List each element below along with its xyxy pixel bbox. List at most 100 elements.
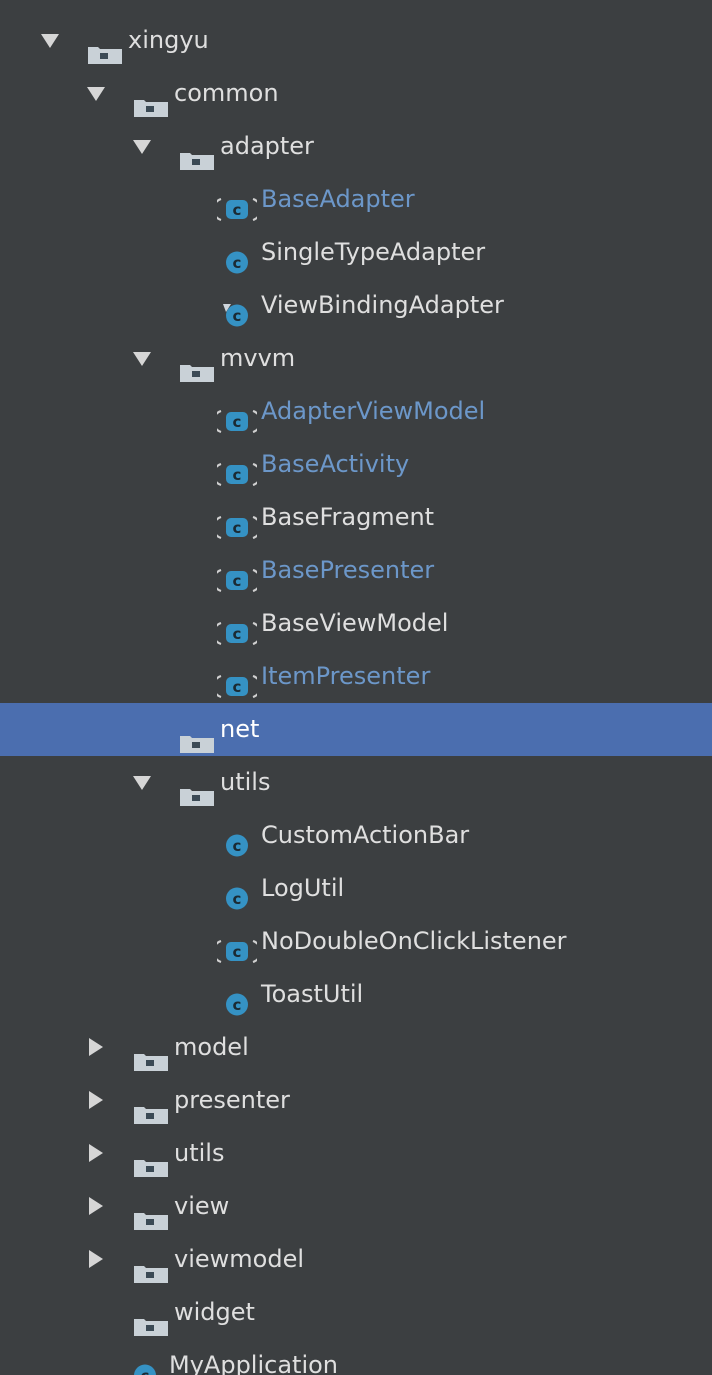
tree-item-base-fragment[interactable]: c BaseFragment bbox=[0, 491, 712, 544]
abstract-class-icon: c bbox=[212, 400, 262, 434]
tree-item-label: NoDoubleOnClickListener bbox=[261, 927, 567, 955]
tree-item-my-application[interactable]: c MyApplication bbox=[0, 1339, 712, 1375]
tree-item-label: adapter bbox=[220, 132, 314, 160]
chevron-right-icon[interactable] bbox=[86, 1074, 106, 1127]
folder-icon bbox=[133, 84, 169, 117]
tree-item-label: BasePresenter bbox=[261, 556, 435, 584]
chevron-right-icon[interactable] bbox=[86, 1021, 106, 1074]
folder-icon bbox=[179, 720, 215, 753]
tree-item-model[interactable]: model bbox=[0, 1021, 712, 1074]
tree-item-common[interactable]: common bbox=[0, 67, 712, 120]
tree-item-adapter-view-model[interactable]: c AdapterViewModel bbox=[0, 385, 712, 438]
tree-item-label: BaseViewModel bbox=[261, 609, 449, 637]
tree-item-view-binding-adapter[interactable]: c ViewBindingAdapter bbox=[0, 279, 712, 332]
tree-item-label: BaseAdapter bbox=[261, 185, 415, 213]
abstract-class-icon: c bbox=[212, 930, 262, 964]
chevron-right-icon[interactable] bbox=[86, 1233, 106, 1286]
class-icon: c bbox=[217, 824, 257, 857]
tree-item-base-presenter[interactable]: c BasePresenter bbox=[0, 544, 712, 597]
tree-item-label: LogUtil bbox=[261, 874, 345, 902]
tree-item-presenter[interactable]: presenter bbox=[0, 1074, 712, 1127]
svg-text:c: c bbox=[233, 519, 242, 537]
tree-item-label: CustomActionBar bbox=[261, 821, 470, 849]
tree-item-label: MyApplication bbox=[169, 1351, 339, 1375]
tree-item-label: utils bbox=[220, 768, 271, 796]
tree-item-base-view-model[interactable]: c BaseViewModel bbox=[0, 597, 712, 650]
class-pinned-icon: c bbox=[217, 294, 257, 327]
tree-item-label: BaseFragment bbox=[261, 503, 435, 531]
tree-item-net[interactable]: net bbox=[0, 703, 712, 756]
folder-icon bbox=[133, 1091, 169, 1124]
folder-icon bbox=[179, 137, 215, 170]
tree-item-base-adapter[interactable]: c BaseAdapter bbox=[0, 173, 712, 226]
tree-item-label: view bbox=[174, 1192, 230, 1220]
abstract-class-icon: c bbox=[212, 188, 262, 222]
chevron-right-icon[interactable] bbox=[86, 1127, 106, 1180]
svg-text:c: c bbox=[233, 837, 242, 855]
tree-item-viewmodel[interactable]: viewmodel bbox=[0, 1233, 712, 1286]
tree-item-label: ViewBindingAdapter bbox=[261, 291, 504, 319]
svg-text:c: c bbox=[233, 996, 242, 1014]
chevron-down-icon[interactable] bbox=[40, 14, 60, 67]
abstract-class-icon: c bbox=[212, 665, 262, 699]
tree-item-base-activity[interactable]: c BaseActivity bbox=[0, 438, 712, 491]
tree-item-label: mvvm bbox=[220, 344, 296, 372]
tree-item-label: model bbox=[174, 1033, 249, 1061]
tree-item-xingyu[interactable]: xingyu bbox=[0, 14, 712, 67]
svg-text:c: c bbox=[233, 413, 242, 431]
svg-text:c: c bbox=[233, 307, 242, 325]
abstract-class-icon: c bbox=[212, 506, 262, 540]
tree-item-label: xingyu bbox=[128, 26, 209, 54]
tree-item-utils[interactable]: utils bbox=[0, 1127, 712, 1180]
folder-icon bbox=[179, 349, 215, 382]
tree-item-common-utils[interactable]: utils bbox=[0, 756, 712, 809]
class-icon: c bbox=[217, 983, 257, 1016]
tree-item-label: net bbox=[220, 715, 260, 743]
svg-text:c: c bbox=[141, 1367, 150, 1375]
tree-item-mvvm[interactable]: mvvm bbox=[0, 332, 712, 385]
tree-item-widget[interactable]: widget bbox=[0, 1286, 712, 1339]
tree-item-label: SingleTypeAdapter bbox=[261, 238, 486, 266]
folder-icon bbox=[133, 1038, 169, 1071]
chevron-right-icon[interactable] bbox=[86, 1180, 106, 1233]
folder-icon bbox=[133, 1144, 169, 1177]
abstract-class-icon: c bbox=[212, 612, 262, 646]
tree-item-log-util[interactable]: c LogUtil bbox=[0, 862, 712, 915]
tree-item-label: presenter bbox=[174, 1086, 290, 1114]
chevron-down-icon[interactable] bbox=[132, 120, 152, 173]
tree-item-label: BaseActivity bbox=[261, 450, 410, 478]
folder-icon bbox=[133, 1303, 169, 1336]
folder-icon bbox=[87, 31, 123, 64]
tree-item-item-presenter[interactable]: c ItemPresenter bbox=[0, 650, 712, 703]
tree-item-toast-util[interactable]: c ToastUtil bbox=[0, 968, 712, 1021]
tree-item-view[interactable]: view bbox=[0, 1180, 712, 1233]
abstract-class-icon: c bbox=[212, 453, 262, 487]
svg-text:c: c bbox=[233, 625, 242, 643]
tree-item-label: viewmodel bbox=[174, 1245, 304, 1273]
class-icon: c bbox=[217, 241, 257, 274]
svg-text:c: c bbox=[233, 466, 242, 484]
chevron-down-icon[interactable] bbox=[132, 332, 152, 385]
tree-item-label: ItemPresenter bbox=[261, 662, 431, 690]
tree-item-label: common bbox=[174, 79, 279, 107]
svg-text:c: c bbox=[233, 678, 242, 696]
tree-item-single-type-adapter[interactable]: c SingleTypeAdapter bbox=[0, 226, 712, 279]
abstract-class-icon: c bbox=[212, 559, 262, 593]
svg-text:c: c bbox=[233, 254, 242, 272]
svg-text:c: c bbox=[233, 201, 242, 219]
folder-icon bbox=[133, 1250, 169, 1283]
tree-item-custom-action-bar[interactable]: c CustomActionBar bbox=[0, 809, 712, 862]
chevron-down-icon[interactable] bbox=[86, 67, 106, 120]
svg-text:c: c bbox=[233, 943, 242, 961]
tree-item-label: AdapterViewModel bbox=[261, 397, 486, 425]
chevron-down-icon[interactable] bbox=[132, 756, 152, 809]
tree-item-label: ToastUtil bbox=[261, 980, 364, 1008]
tree-item-label: utils bbox=[174, 1139, 225, 1167]
class-icon: c bbox=[125, 1354, 165, 1375]
tree-item-adapter[interactable]: adapter bbox=[0, 120, 712, 173]
folder-icon bbox=[133, 1197, 169, 1230]
tree-item-no-double-on-click-listener[interactable]: c NoDoubleOnClickListener bbox=[0, 915, 712, 968]
svg-text:c: c bbox=[233, 572, 242, 590]
class-icon: c bbox=[217, 877, 257, 910]
folder-icon bbox=[179, 773, 215, 806]
